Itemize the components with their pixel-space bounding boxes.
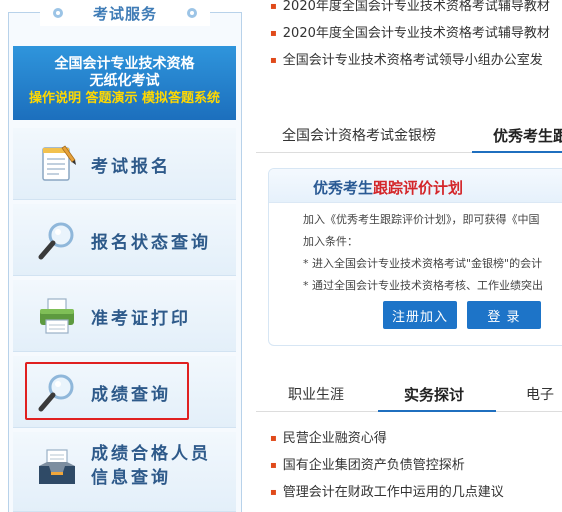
- active-tab-underline: [378, 410, 496, 412]
- sidebar-item-label: 报名状态查询: [91, 233, 211, 253]
- tab-excellent-candidates[interactable]: 优秀考生跟: [493, 125, 562, 146]
- header-dot-icon: [187, 8, 197, 18]
- sidebar-item-admission-ticket-print[interactable]: 准考证打印: [13, 280, 236, 352]
- banner-line2: 无纸化考试: [89, 73, 160, 89]
- excellent-candidate-plan-panel: 优秀考生跟踪评价计划 加入《优秀考生跟踪评价计划》，即可获得《中国 加入条件： …: [268, 168, 562, 346]
- plan-title: 优秀考生跟踪评价计划: [313, 179, 464, 197]
- sidebar-item-label-line2: 信息查询: [91, 468, 171, 488]
- sidebar-item-label: 考试报名: [91, 157, 171, 177]
- news-item[interactable]: 国有企业集团资产负债管控探析: [270, 453, 562, 480]
- news-list-top: 2020年度全国会计专业技术资格考试辅导教材 2020年度全国会计专业技术资格考…: [270, 0, 562, 75]
- banner-line3: 操作说明 答题演示 模拟答题系统: [28, 91, 221, 106]
- plan-line: * 通过全国会计专业技术资格考核、工作业绩突出: [303, 279, 543, 292]
- register-join-button[interactable]: 注册加入: [383, 301, 457, 329]
- news-item[interactable]: 全国会计专业技术资格考试领导小组办公室发: [270, 48, 562, 75]
- honor-list-tabs: 全国会计资格考试金银榜 优秀考生跟: [256, 117, 562, 153]
- header-dot-icon: [52, 8, 63, 18]
- magnifier-icon: [38, 222, 74, 260]
- sidebar-item-exam-registration[interactable]: 考试报名: [13, 128, 236, 200]
- inbox-icon: [39, 449, 75, 484]
- article-category-tabs: 职业生涯 实务探讨 电子: [256, 376, 562, 412]
- main-content: 2020年度全国会计专业技术资格考试辅导教材 2020年度全国会计专业技术资格考…: [256, 0, 562, 512]
- tab-electronic[interactable]: 电子: [526, 384, 554, 404]
- sidebar-item-label: 准考证打印: [91, 309, 191, 329]
- tab-practice-discussion[interactable]: 实务探讨: [404, 384, 464, 405]
- printer-icon: [40, 298, 74, 334]
- plan-line: * 进入全国会计专业技术资格考试"金银榜"的会计: [303, 257, 543, 270]
- news-item[interactable]: 2020年度全国会计专业技术资格考试辅导教材: [270, 21, 562, 48]
- tab-career[interactable]: 职业生涯: [288, 384, 344, 404]
- sidebar-item-registration-status[interactable]: 报名状态查询: [13, 204, 236, 276]
- sidebar-item-qualified-info-query[interactable]: 成绩合格人员 信息查询: [13, 432, 236, 512]
- news-list-bottom: 民营企业融资心得 国有企业集团资产负债管控探析 管理会计在财政工作中运用的几点建…: [270, 426, 562, 507]
- notepad-icon: [42, 145, 76, 181]
- tab-gold-silver-list[interactable]: 全国会计资格考试金银榜: [282, 125, 436, 145]
- login-button[interactable]: 登 录: [467, 301, 541, 329]
- sidebar-title: 考试服务: [92, 4, 157, 23]
- banner-line1: 全国会计专业技术资格: [54, 56, 195, 72]
- paperless-exam-banner[interactable]: 全国会计专业技术资格 无纸化考试 操作说明 答题演示 模拟答题系统: [13, 46, 236, 120]
- exam-services-sidebar: 考试服务 全国会计专业技术资格 无纸化考试 操作说明 答题演示 模拟答题系统 考…: [0, 0, 250, 512]
- plan-line: 加入《优秀考生跟踪评价计划》，即可获得《中国: [303, 213, 540, 226]
- news-item[interactable]: 民营企业融资心得: [270, 426, 562, 453]
- active-tab-underline: [472, 151, 562, 153]
- plan-line: 加入条件：: [303, 235, 358, 248]
- score-query-highlight-box: [25, 362, 189, 420]
- news-item[interactable]: 2020年度全国会计专业技术资格考试辅导教材: [270, 0, 562, 21]
- plan-description: 加入《优秀考生跟踪评价计划》，即可获得《中国 加入条件： * 进入全国会计专业技…: [303, 209, 543, 297]
- sidebar-header: 考试服务: [40, 0, 210, 26]
- sidebar-item-label-line1: 成绩合格人员: [91, 444, 211, 464]
- news-item[interactable]: 管理会计在财政工作中运用的几点建议: [270, 480, 562, 507]
- sidebar-item-label: 成绩合格人员 信息查询: [91, 442, 211, 490]
